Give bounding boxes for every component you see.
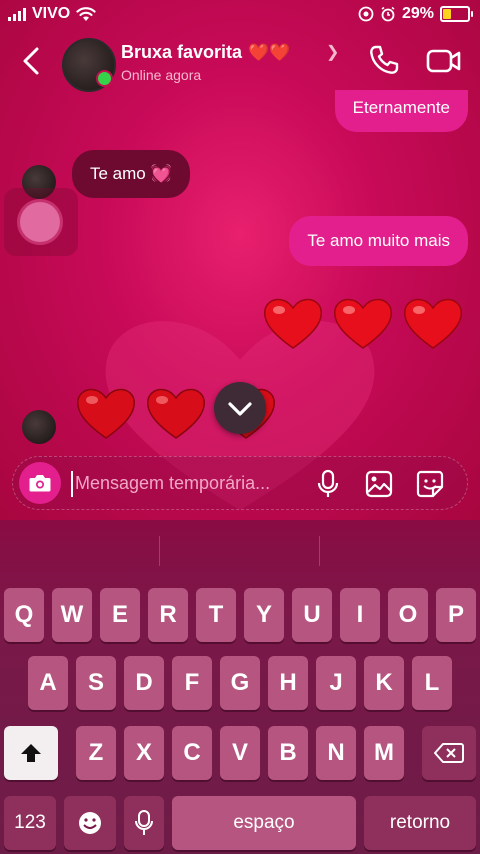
heart-emoji-icon [334,298,392,349]
key-l[interactable]: L [412,656,452,710]
message-text: Te amo 💓 [90,164,172,183]
heart-emoji-icon [147,388,205,439]
key-y[interactable]: Y [244,588,284,642]
status-bar: VIVO 29% [0,0,480,30]
space-key[interactable]: espaço [172,796,356,850]
shift-arrow-icon [21,744,41,762]
chevron-right-icon[interactable]: ❯ [326,42,339,62]
key-h[interactable]: H [268,656,308,710]
key-d[interactable]: D [124,656,164,710]
return-key[interactable]: retorno [364,796,476,850]
back-arrow-icon[interactable] [18,44,48,78]
reaction-indicator[interactable] [20,202,60,242]
microphone-icon[interactable] [317,469,339,499]
heart-emoji-icon [404,298,462,349]
key-a[interactable]: A [28,656,68,710]
key-m[interactable]: M [364,726,404,780]
contact-name-row[interactable]: Bruxa favorita ❤️❤️ [121,42,290,63]
key-e[interactable]: E [100,588,140,642]
backspace-key[interactable] [422,726,476,780]
carrier-label: VIVO [32,5,71,22]
image-icon[interactable] [365,470,393,498]
camera-icon [29,475,51,492]
key-j[interactable]: J [316,656,356,710]
backspace-icon [434,743,464,763]
key-s[interactable]: S [76,656,116,710]
received-message[interactable]: Te amo 💓 [72,150,190,198]
key-k[interactable]: K [364,656,404,710]
screen-lock-icon [358,6,374,22]
heart-emoji-icon [77,388,135,439]
name-emoji: ❤️❤️ [248,43,291,62]
key-o[interactable]: O [388,588,428,642]
message-text: Te amo muito mais [307,231,450,250]
key-x[interactable]: X [124,726,164,780]
chat-header: Bruxa favorita ❤️❤️ ❯ Online agora [0,30,480,94]
key-r[interactable]: R [148,588,188,642]
key-v[interactable]: V [220,726,260,780]
key-f[interactable]: F [172,656,212,710]
scroll-to-bottom-button[interactable] [214,382,266,434]
online-status: Online agora [121,67,202,83]
sticker-icon[interactable] [415,469,445,499]
suggestion-divider [319,536,320,566]
suggestion-divider [159,536,160,566]
emoji-key[interactable] [64,796,116,850]
message-input[interactable]: Mensagem temporária... [75,473,270,494]
heart-emoji-icon [264,298,322,349]
camera-button[interactable] [19,462,61,504]
contact-avatar-small[interactable] [22,410,56,444]
key-c[interactable]: C [172,726,212,780]
key-q[interactable]: Q [4,588,44,642]
key-n[interactable]: N [316,726,356,780]
key-w[interactable]: W [52,588,92,642]
numbers-key[interactable]: 123 [4,796,56,850]
key-p[interactable]: P [436,588,476,642]
shift-key[interactable] [4,726,58,780]
dictation-key[interactable] [124,796,164,850]
video-camera-icon[interactable] [426,46,462,76]
sent-message[interactable]: Te amo muito mais [289,216,468,266]
key-g[interactable]: G [220,656,260,710]
signal-icon [8,7,26,21]
battery-percent: 29% [401,5,434,22]
message-text: Eternamente [352,98,450,117]
text-cursor [71,471,73,497]
battery-icon [440,6,473,22]
phone-icon[interactable] [368,44,400,76]
online-indicator [96,70,113,87]
wifi-icon [76,7,96,21]
key-u[interactable]: U [292,588,332,642]
emoji-icon [79,812,101,834]
alarm-icon [381,6,395,22]
microphone-icon [135,810,153,835]
key-b[interactable]: B [268,726,308,780]
chevron-down-icon [228,402,252,416]
contact-name: Bruxa favorita [121,42,243,62]
sent-message[interactable]: Eternamente [334,90,468,132]
message-composer: Mensagem temporária... [12,456,468,510]
key-z[interactable]: Z [76,726,116,780]
key-t[interactable]: T [196,588,236,642]
on-screen-keyboard: Q W E R T Y U I O P A S D F G H J K L Z … [0,520,480,854]
key-i[interactable]: I [340,588,380,642]
